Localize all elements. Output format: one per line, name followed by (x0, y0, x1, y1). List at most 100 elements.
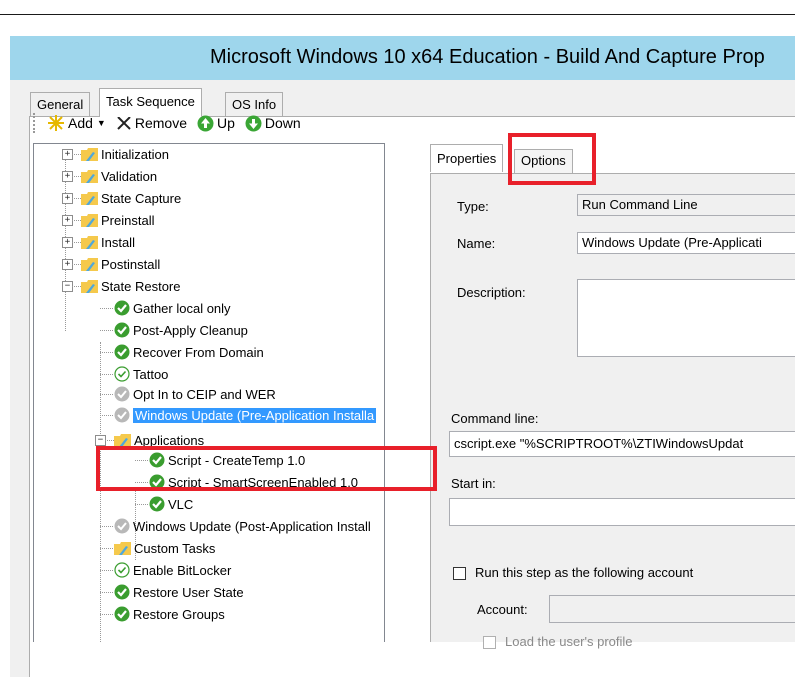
tree-label: Validation (101, 168, 158, 184)
title-bar[interactable]: Microsoft Windows 10 x64 Education - Bui… (10, 36, 795, 80)
tree-connector (72, 154, 81, 155)
tree-item-preinstall[interactable]: + Preinstall (62, 210, 155, 230)
tree-item-windows-update-pre[interactable]: Windows Update (Pre-Application Installa (100, 405, 377, 425)
command-line-input[interactable]: cscript.exe "%SCRIPTROOT%\ZTIWindowsUpda… (449, 431, 795, 457)
down-button[interactable]: Down (245, 115, 301, 132)
tree-item-postinstall[interactable]: + Postinstall (62, 254, 161, 274)
properties-panel: Type: Run Command Line Name: Windows Upd… (430, 173, 795, 649)
task-sequence-tree[interactable]: + Initialization + Validation + State Ca… (33, 143, 385, 642)
tree-label: Custom Tasks (134, 540, 216, 556)
tree-connector (105, 440, 114, 441)
tree-label: State Restore (101, 278, 181, 294)
green-check-icon (114, 300, 130, 316)
name-input[interactable]: Windows Update (Pre-Applicati (577, 232, 795, 254)
group-folder-icon (81, 235, 98, 249)
tree-item-state-restore[interactable]: − State Restore (62, 276, 181, 296)
down-button-label: Down (264, 115, 301, 131)
tree-connector (100, 548, 113, 549)
tree-item-restore-user-state[interactable]: Restore User State (100, 582, 244, 602)
tree-connector (100, 352, 113, 353)
tree-connector (100, 394, 113, 395)
start-in-input[interactable] (449, 498, 795, 526)
tree-connector (100, 415, 113, 416)
tree-item-custom-tasks[interactable]: Custom Tasks (100, 538, 215, 558)
green-check-icon (114, 344, 130, 360)
top-strip (0, 0, 795, 15)
tree-connector (72, 264, 81, 265)
tree-connector (72, 242, 81, 243)
tree-label: VLC (168, 496, 194, 512)
group-folder-icon (81, 147, 98, 161)
green-check-icon (114, 606, 130, 622)
tree-connector (72, 286, 81, 287)
tree-item-install[interactable]: + Install (62, 232, 135, 252)
tree-label: Windows Update (Post-Application Install (133, 518, 371, 534)
tree-label: Gather local only (133, 300, 231, 316)
tree-connector (100, 614, 113, 615)
tree-label: Enable BitLocker (133, 562, 232, 578)
outline-check-icon (114, 366, 130, 382)
tree-label: Postinstall (101, 256, 161, 272)
tab-task-sequence[interactable]: Task Sequence (99, 88, 202, 117)
green-check-icon (114, 584, 130, 600)
tree-item-windows-update-post[interactable]: Windows Update (Post-Application Install (100, 516, 371, 536)
tree-item-validation[interactable]: + Validation (62, 166, 158, 186)
group-folder-icon (114, 541, 131, 555)
tree-item-gather[interactable]: Gather local only (100, 298, 231, 318)
tree-connector (72, 220, 81, 221)
tree-label: Install (101, 234, 135, 250)
run-as-account-checkbox[interactable] (453, 567, 466, 580)
add-star-icon (48, 115, 64, 131)
group-folder-icon (81, 257, 98, 271)
account-input[interactable] (549, 595, 795, 623)
tree-label: Post-Apply Cleanup (133, 322, 248, 338)
tree-item-state-capture[interactable]: + State Capture (62, 188, 182, 208)
tree-label: Restore Groups (133, 606, 225, 622)
up-arrow-icon (197, 115, 214, 131)
add-button[interactable]: Add ▼ (47, 114, 106, 132)
group-folder-icon (114, 433, 131, 447)
tree-item-recover[interactable]: Recover From Domain (100, 342, 264, 362)
add-dropdown-icon[interactable]: ▼ (97, 118, 106, 128)
tree-connector (72, 176, 81, 177)
tree-item-post-apply[interactable]: Post-Apply Cleanup (100, 320, 248, 340)
tree-label: State Capture (101, 190, 182, 206)
tree-item-restore-groups[interactable]: Restore Groups (100, 604, 225, 624)
disabled-check-icon (114, 407, 130, 423)
tree-item-optin[interactable]: Opt In to CEIP and WER (100, 384, 276, 404)
tree-item-tattoo[interactable]: Tattoo (100, 364, 168, 384)
tree-label: Preinstall (101, 212, 155, 228)
run-as-account-label: Run this step as the following account (475, 565, 694, 580)
up-button[interactable]: Up (197, 115, 235, 132)
tree-connector (100, 570, 113, 571)
group-folder-icon (81, 279, 98, 293)
up-button-label: Up (216, 115, 235, 131)
tree-label: Restore User State (133, 584, 244, 600)
remove-x-icon (117, 116, 131, 130)
tree-item-enable-bitlocker[interactable]: Enable BitLocker (100, 560, 231, 580)
tree-label: Opt In to CEIP and WER (133, 386, 276, 402)
tree-label-selected: Windows Update (Pre-Application Installa (133, 407, 377, 423)
type-label: Type: (457, 199, 489, 214)
tab-properties[interactable]: Properties (430, 144, 504, 172)
description-input[interactable] (577, 279, 795, 357)
group-folder-icon (81, 213, 98, 227)
outline-check-icon (114, 562, 130, 578)
tree-label: Tattoo (133, 366, 169, 382)
load-profile-checkbox[interactable] (483, 636, 496, 649)
disabled-check-icon (114, 386, 130, 402)
remove-button[interactable]: Remove (116, 115, 187, 131)
tree-item-initialization[interactable]: + Initialization (62, 144, 169, 164)
tree-connector (100, 308, 113, 309)
options-highlight-box (508, 133, 596, 185)
green-check-icon (149, 496, 165, 512)
tree-connector (100, 330, 113, 331)
tree-connector (135, 504, 148, 505)
add-button-label: Add (68, 115, 93, 131)
name-label: Name: (457, 236, 496, 251)
tree-item-vlc[interactable]: VLC (135, 494, 193, 514)
type-field: Run Command Line (577, 194, 795, 216)
toolbar-grip (33, 113, 39, 133)
tree-connector (72, 198, 81, 199)
window-title: Microsoft Windows 10 x64 Education - Bui… (210, 46, 765, 68)
